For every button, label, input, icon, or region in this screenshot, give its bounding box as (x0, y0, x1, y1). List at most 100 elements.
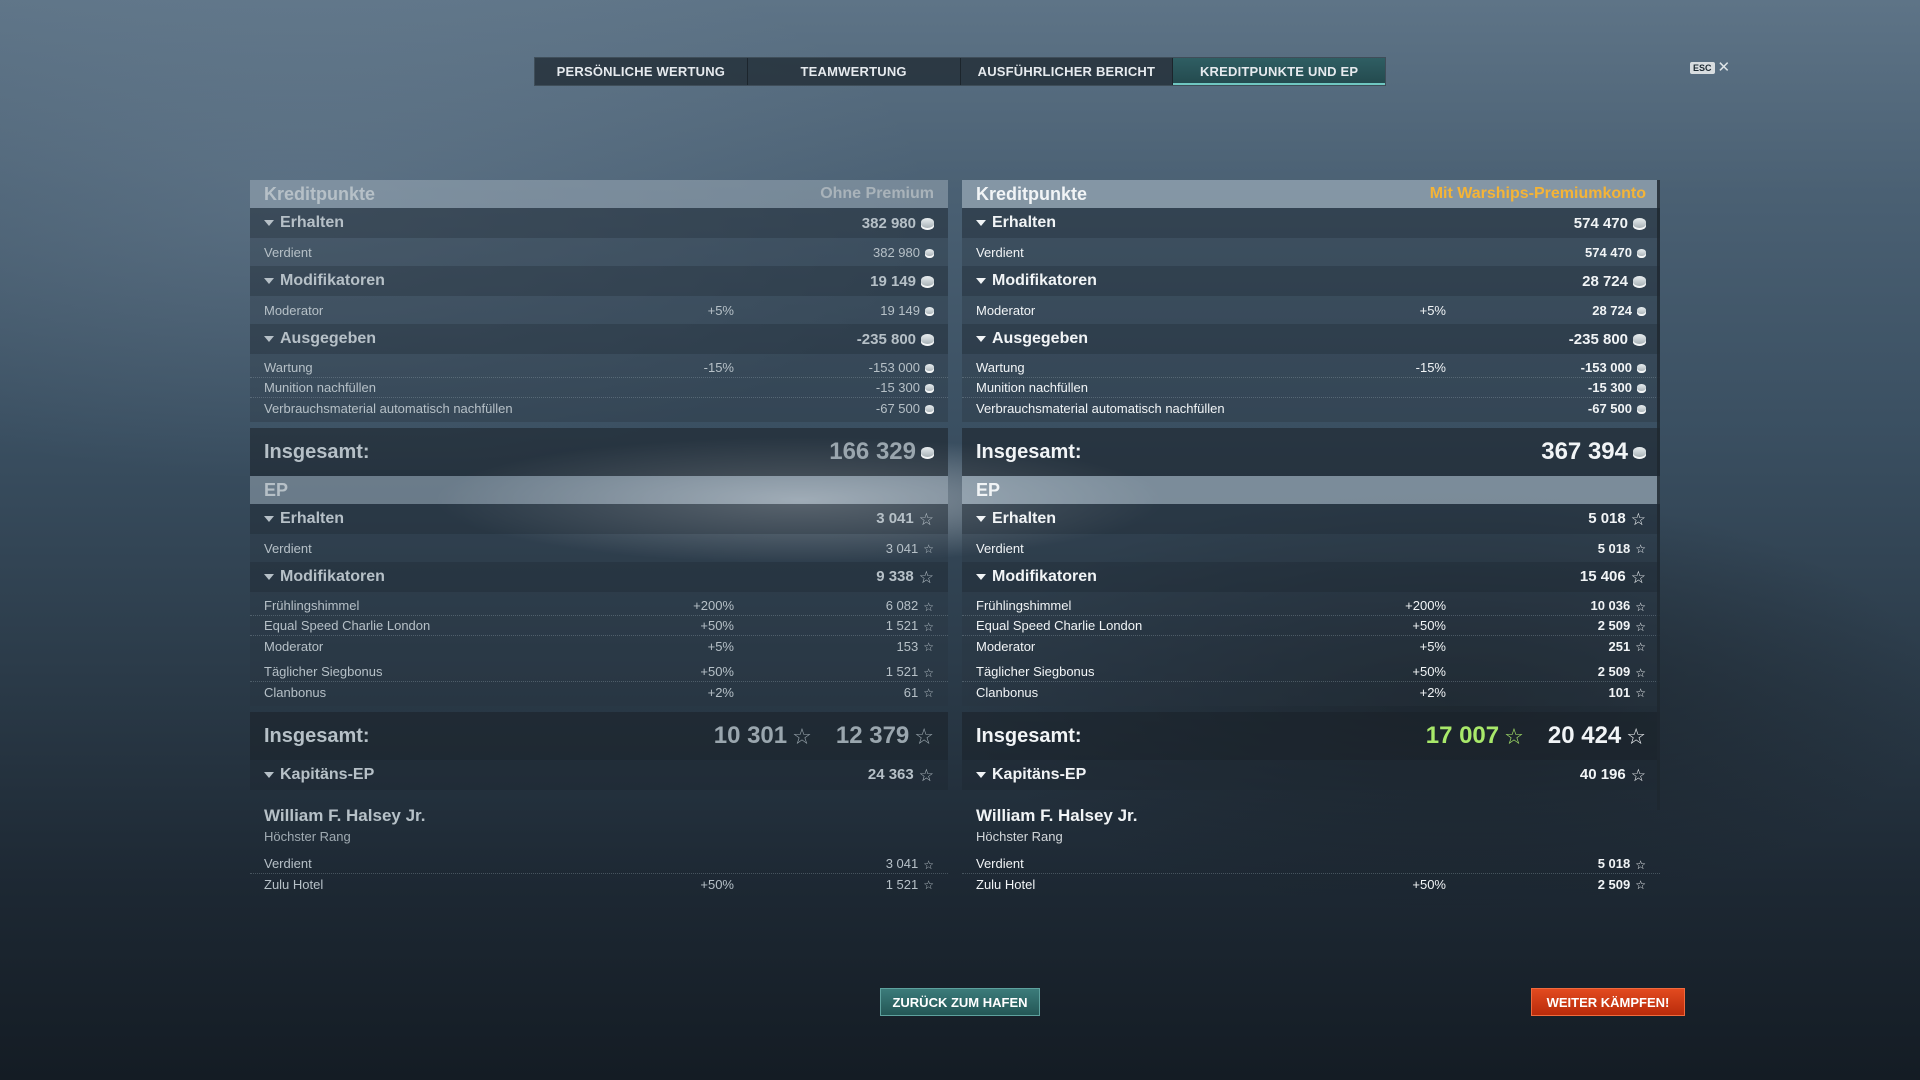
group-value: 24 363 ☆ (867, 765, 934, 785)
xp-earned-group[interactable]: Erhalten 3 041 ☆ (250, 504, 948, 534)
credits-earned-group[interactable]: Erhalten 574 470 (962, 208, 1660, 238)
captain-name: William F. Halsey Jr. (976, 806, 1138, 825)
item-percent: +2% (1419, 684, 1446, 700)
group-value: 382 980 (862, 215, 934, 232)
chevron-down-icon[interactable] (976, 220, 986, 226)
list-item: Zulu Hotel +50% 1 521 ☆ (250, 874, 948, 894)
item-label: Wartung (264, 360, 313, 375)
item-value: 1 521 ☆ (885, 876, 934, 893)
back-to-port-button[interactable]: ZURÜCK ZUM HAFEN (880, 988, 1040, 1016)
account-type: Mit Warships-Premiumkonto (1429, 185, 1646, 202)
captain-xp-group[interactable]: Kapitäns-EP 40 196 ☆ (962, 760, 1660, 790)
xp-star-icon: ☆ (1635, 599, 1646, 614)
item-value: 251 ☆ (1608, 638, 1646, 655)
group-value: -235 800 (1569, 331, 1646, 348)
xp-earned-group[interactable]: Erhalten 5 018 ☆ (962, 504, 1660, 534)
chevron-down-icon[interactable] (264, 574, 274, 580)
list-item: Frühlingshimmel +200% 10 036 ☆ (962, 596, 1660, 616)
item-label: Verdient (264, 856, 312, 871)
xp-star-icon: ☆ (1630, 765, 1646, 785)
item-label: Wartung (976, 360, 1025, 375)
xp-star-icon: ☆ (1626, 723, 1646, 749)
chevron-down-icon[interactable] (976, 516, 986, 522)
chevron-down-icon[interactable] (264, 336, 274, 342)
account-type: Ohne Premium (820, 185, 934, 202)
item-label: Verbrauchsmaterial automatisch nachfülle… (264, 400, 513, 416)
item-value: 5 018 ☆ (1597, 540, 1646, 557)
list-item: Verdient 382 980 (250, 242, 948, 262)
credits-coin-icon (1633, 446, 1646, 459)
group-value: 574 470 (1574, 215, 1646, 232)
captain-rank: Höchster Rang (264, 829, 351, 844)
credits-coin-icon (921, 333, 934, 346)
item-value: 1 521 ☆ (885, 618, 934, 634)
credits-header: Kreditpunkte Ohne Premium (250, 180, 948, 208)
close-icon: ✕ (1717, 59, 1731, 76)
tab-credits-and-xp[interactable]: KREDITPUNKTE UND EP (1173, 58, 1385, 85)
xp-star-icon: ☆ (918, 765, 934, 785)
credits-earned-group[interactable]: Erhalten 382 980 (250, 208, 948, 238)
tab-personal-score[interactable]: PERSÖNLICHE WERTUNG (535, 58, 748, 85)
credits-coin-icon (1633, 333, 1646, 346)
list-item: Frühlingshimmel +200% 6 082 ☆ (250, 596, 948, 616)
chevron-down-icon[interactable] (976, 772, 986, 778)
credits-total: Insgesamt: 367 394 (962, 428, 1660, 476)
chevron-down-icon[interactable] (976, 574, 986, 580)
chevron-down-icon[interactable] (976, 278, 986, 284)
item-label: Verdient (264, 244, 312, 260)
xp-total: Insgesamt: 17 007 ☆ 20 424 ☆ (962, 712, 1660, 760)
close-button[interactable]: ESC ✕ (1690, 60, 1730, 75)
total-value-base: 10 301 ☆ (713, 722, 812, 749)
xp-modifiers-group[interactable]: Modifikatoren 9 338 ☆ (250, 562, 948, 592)
panel-without-premium: Kreditpunkte Ohne Premium Erhalten 382 9… (250, 180, 948, 906)
xp-title: EP (976, 479, 1001, 500)
continue-fighting-button[interactable]: WEITER KÄMPFEN! (1531, 988, 1685, 1016)
credits-spent-group[interactable]: Ausgegeben -235 800 (250, 324, 948, 354)
total-value: 20 424 ☆ (1547, 722, 1646, 749)
item-value: 10 036 ☆ (1590, 598, 1646, 614)
item-label: Verdient (976, 540, 1024, 556)
xp-modifiers-group[interactable]: Modifikatoren 15 406 ☆ (962, 562, 1660, 592)
item-label: Verdient (976, 244, 1024, 260)
chevron-down-icon[interactable] (264, 278, 274, 284)
list-item: Verdient 3 041 ☆ (250, 538, 948, 558)
total-label: Insgesamt: (264, 724, 370, 747)
tab-detailed-report[interactable]: AUSFÜHRLICHER BERICHT (961, 58, 1174, 85)
tab-team-score[interactable]: TEAMWERTUNG (748, 58, 961, 85)
group-value: 9 338 ☆ (876, 567, 934, 587)
chevron-down-icon[interactable] (264, 772, 274, 778)
chevron-down-icon[interactable] (264, 220, 274, 226)
xp-star-icon: ☆ (923, 878, 934, 893)
xp-star-icon: ☆ (1635, 878, 1646, 893)
item-label: Verdient (264, 540, 312, 556)
xp-star-icon: ☆ (923, 857, 934, 872)
xp-star-icon: ☆ (918, 567, 934, 587)
xp-star-icon: ☆ (1635, 619, 1646, 634)
credits-title: Kreditpunkte (264, 183, 376, 204)
list-item: Clanbonus +2% 101 ☆ (962, 682, 1660, 702)
list-item: Munition nachfüllen -15 300 (962, 378, 1660, 398)
total-value-base: 17 007 ☆ (1425, 722, 1524, 749)
credits-coin-icon (1637, 248, 1646, 258)
group-label: Modifikatoren (280, 568, 385, 585)
credits-modifiers-group[interactable]: Modifikatoren 19 149 (250, 266, 948, 296)
item-label: Munition nachfüllen (264, 380, 377, 395)
item-percent: +50% (700, 664, 734, 679)
credits-coin-icon (1637, 306, 1646, 316)
item-value: -153 000 (1581, 360, 1646, 375)
xp-star-icon: ☆ (1635, 686, 1646, 701)
item-percent: +50% (1412, 876, 1446, 892)
group-label: Modifikatoren (992, 568, 1097, 585)
captain-info: William F. Halsey Jr. Höchster Rang (962, 790, 1660, 846)
item-value: 5 018 ☆ (1597, 856, 1646, 872)
chevron-down-icon[interactable] (264, 516, 274, 522)
list-item: Moderator +5% 28 724 (962, 300, 1660, 320)
chevron-down-icon[interactable] (976, 336, 986, 342)
xp-star-icon: ☆ (923, 599, 934, 614)
item-percent: +200% (693, 598, 734, 613)
credits-modifiers-group[interactable]: Modifikatoren 28 724 (962, 266, 1660, 296)
captain-xp-group[interactable]: Kapitäns-EP 24 363 ☆ (250, 760, 948, 790)
credits-spent-group[interactable]: Ausgegeben -235 800 (962, 324, 1660, 354)
xp-star-icon: ☆ (923, 640, 934, 655)
results-tabs: PERSÖNLICHE WERTUNG TEAMWERTUNG AUSFÜHRL… (534, 57, 1386, 86)
